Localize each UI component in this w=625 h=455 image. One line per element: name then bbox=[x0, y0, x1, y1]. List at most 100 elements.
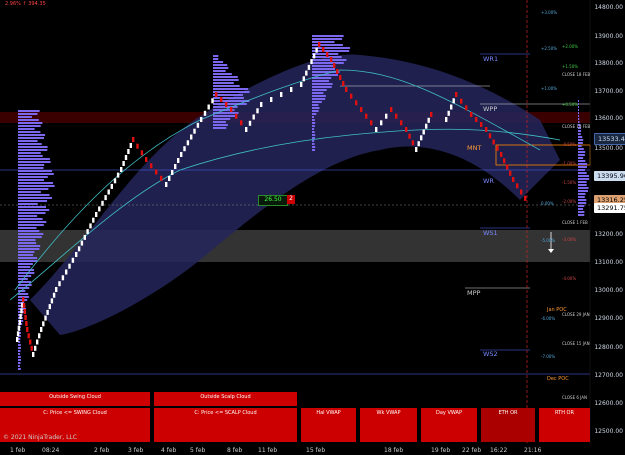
volume-profile-bar bbox=[18, 368, 21, 370]
volume-profile-bar bbox=[312, 137, 315, 139]
volume-profile-bar bbox=[312, 86, 332, 88]
renko-brick bbox=[23, 309, 26, 314]
volume-profile-bar bbox=[18, 221, 47, 223]
renko-chart[interactable] bbox=[0, 0, 625, 455]
volume-profile-bar bbox=[18, 230, 40, 232]
volume-profile-bar bbox=[578, 109, 579, 111]
volume-profile-bar bbox=[312, 68, 335, 70]
renko-brick bbox=[30, 345, 33, 351]
volume-profile-bar bbox=[578, 166, 587, 168]
renko-brick bbox=[132, 137, 135, 142]
volume-profile-bar bbox=[312, 65, 335, 67]
note-close-feb2: CLOSE 19 FEB bbox=[562, 124, 591, 129]
volume-profile-bar bbox=[312, 113, 317, 115]
volume-profile-bar bbox=[578, 199, 587, 201]
volume-profile-bar bbox=[578, 193, 586, 195]
date-tick-label: 16:22 bbox=[490, 447, 508, 454]
volume-profile-bar bbox=[18, 344, 21, 346]
outside-swing-cloud-button[interactable]: Outside Swing Cloud bbox=[0, 392, 150, 406]
volume-profile-bar bbox=[18, 191, 41, 193]
renko-brick bbox=[500, 152, 503, 157]
price-tick-label: 12600.00 bbox=[594, 400, 623, 407]
volume-profile-bar bbox=[18, 143, 42, 145]
volume-profile-bar bbox=[18, 113, 38, 115]
volume-profile-bar bbox=[18, 209, 50, 211]
pct-label: +3.00% bbox=[541, 10, 558, 15]
date-tick-label: 11 feb bbox=[258, 447, 278, 454]
pct-label: +2.50% bbox=[541, 46, 558, 51]
renko-brick bbox=[370, 120, 373, 126]
ws1-label: WS1 bbox=[483, 229, 498, 237]
pct-label: -4.00% bbox=[562, 276, 577, 281]
volume-profile-bar bbox=[18, 182, 53, 184]
renko-brick bbox=[447, 110, 450, 116]
volume-profile-bar bbox=[18, 134, 46, 136]
volume-profile-bar bbox=[18, 185, 55, 187]
renko-brick bbox=[496, 145, 499, 151]
day-vwap-button[interactable]: Day VWAP bbox=[421, 408, 477, 442]
order-price[interactable]: 26.50 bbox=[258, 195, 288, 206]
renko-brick bbox=[252, 114, 255, 120]
order-qty[interactable]: 2 bbox=[287, 195, 295, 204]
volume-profile-bar bbox=[18, 272, 35, 274]
date-tick-label: 15 feb bbox=[306, 447, 326, 454]
volume-profile-bar bbox=[18, 200, 48, 202]
renko-brick bbox=[44, 315, 47, 321]
volume-profile-bar bbox=[213, 58, 219, 60]
renko-brick bbox=[52, 292, 56, 298]
pct-label: +1.50% bbox=[562, 64, 579, 69]
volume-profile-bar bbox=[18, 128, 35, 130]
renko-brick bbox=[355, 100, 358, 106]
renko-brick bbox=[465, 105, 468, 111]
price-scalp-cloud-button[interactable]: C: Price <= SCALP Cloud bbox=[154, 408, 297, 442]
volume-profile-bar bbox=[578, 157, 584, 159]
date-tick-label: 19 feb bbox=[431, 447, 451, 454]
volume-profile-bar bbox=[18, 254, 34, 256]
renko-brick bbox=[512, 177, 515, 182]
renko-brick bbox=[445, 117, 448, 122]
renko-brick bbox=[80, 240, 84, 246]
renko-brick bbox=[256, 108, 259, 114]
volume-profile-bar bbox=[312, 53, 339, 55]
rth-or-button[interactable]: RTH OR bbox=[539, 408, 590, 442]
renko-brick bbox=[211, 98, 214, 104]
pct-label: -3.00% bbox=[562, 237, 577, 242]
price-tick-label: 13500.00 bbox=[594, 145, 623, 152]
volume-profile-bar bbox=[18, 281, 31, 283]
date-tick-label: 2 feb bbox=[94, 447, 110, 454]
date-tick-label: 1 feb bbox=[10, 447, 26, 454]
volume-profile-bar bbox=[18, 164, 45, 166]
volume-profile-bar bbox=[312, 83, 333, 85]
renko-brick bbox=[405, 127, 408, 132]
pct-label: +1.00% bbox=[541, 86, 558, 91]
hal-vwap-button[interactable]: Hal VWAP bbox=[301, 408, 356, 442]
outside-scalp-cloud-button[interactable]: Outside Scalp Cloud bbox=[154, 392, 297, 406]
renko-brick bbox=[220, 97, 223, 102]
volume-profile-bar bbox=[18, 350, 21, 352]
volume-profile-bar bbox=[18, 353, 21, 355]
renko-brick bbox=[168, 176, 171, 181]
renko-brick bbox=[240, 120, 243, 126]
volume-profile-bar bbox=[18, 110, 40, 112]
volume-profile-bar bbox=[312, 59, 347, 61]
volume-profile-bar bbox=[18, 146, 48, 148]
volume-profile-bar bbox=[18, 149, 48, 151]
volume-profile-bar bbox=[578, 163, 588, 165]
note-close-29jan: CLOSE 29 JAN bbox=[562, 312, 590, 317]
renko-brick bbox=[415, 147, 418, 152]
renko-brick bbox=[230, 107, 233, 112]
volume-profile-bar bbox=[18, 137, 44, 139]
renko-brick bbox=[150, 163, 153, 169]
renko-brick bbox=[68, 263, 71, 269]
eth-or-button[interactable]: ETH OR bbox=[481, 408, 535, 442]
renko-brick bbox=[104, 195, 107, 201]
price-box-upper: 13533.42 bbox=[594, 133, 625, 145]
renko-brick bbox=[450, 104, 453, 110]
renko-brick bbox=[61, 275, 65, 281]
renko-brick bbox=[455, 92, 458, 97]
volume-profile-bar bbox=[18, 212, 46, 214]
wk-vwap-button[interactable]: Wk VWAP bbox=[360, 408, 417, 442]
renko-brick bbox=[207, 104, 210, 110]
renko-brick bbox=[475, 117, 478, 122]
volume-profile-bar bbox=[312, 131, 315, 133]
